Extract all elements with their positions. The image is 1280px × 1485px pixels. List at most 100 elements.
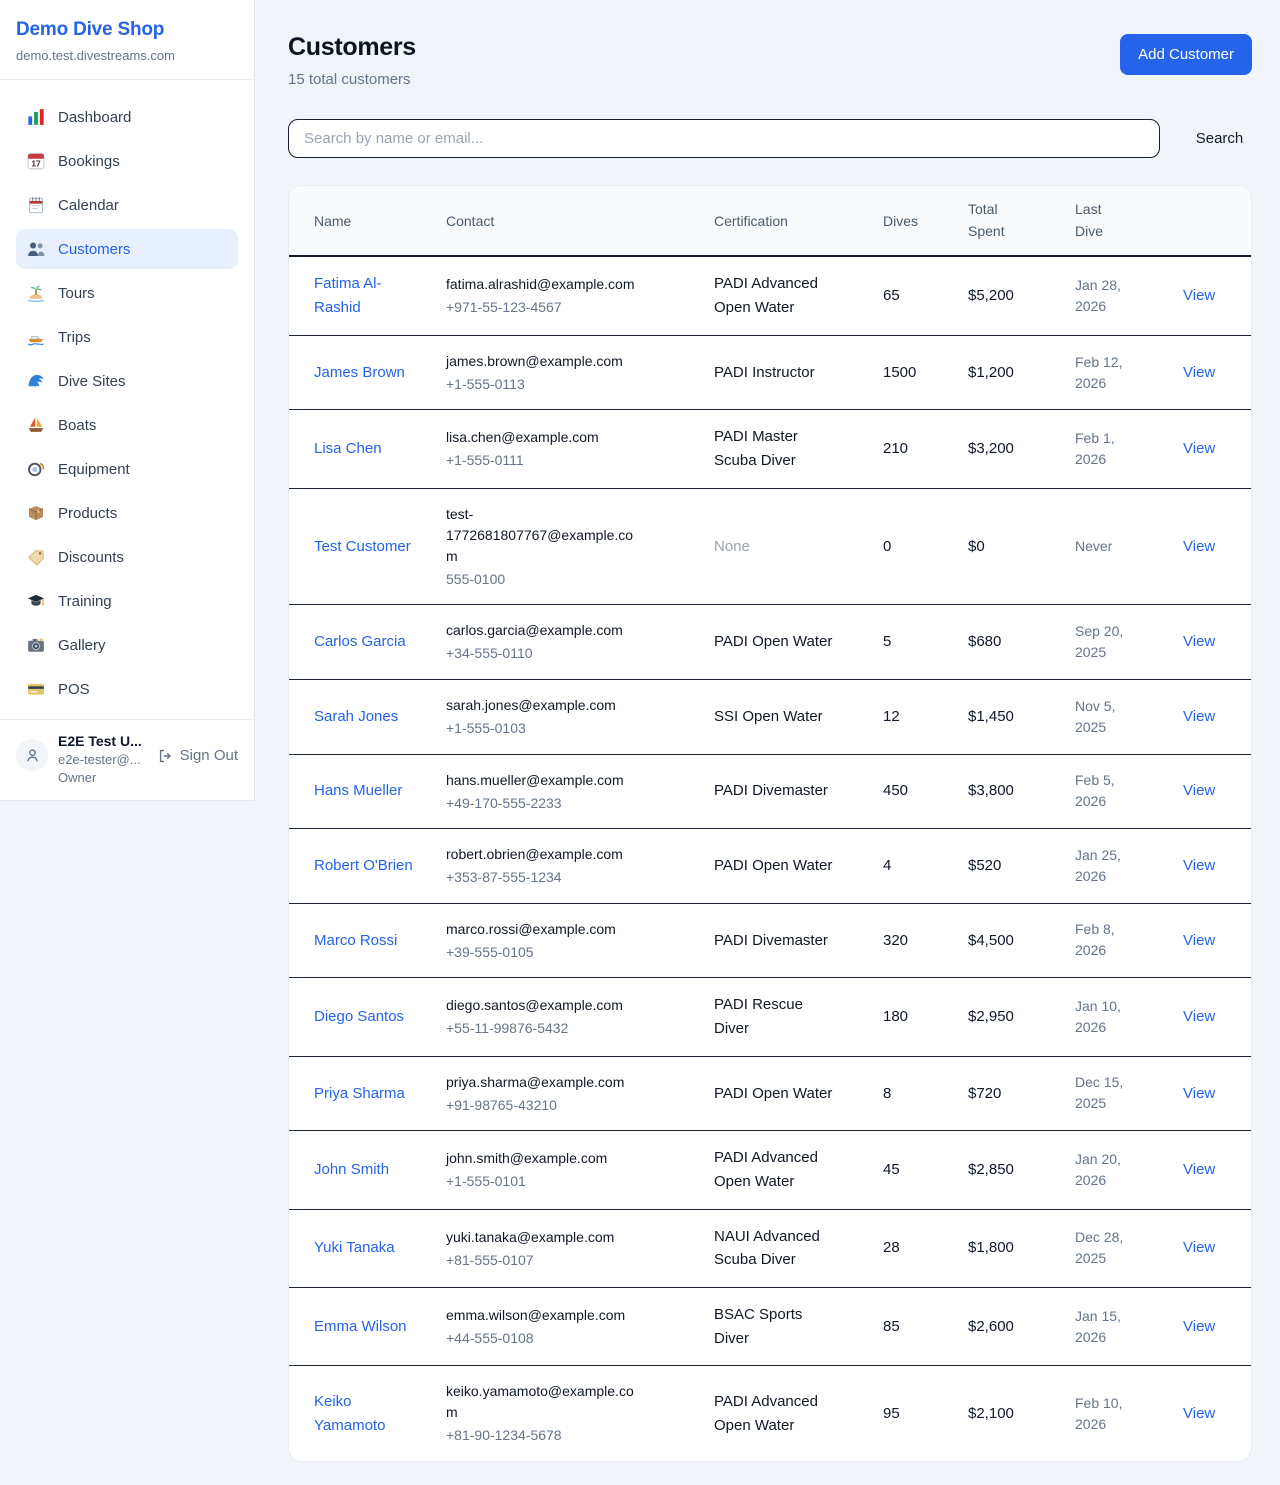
sidebar-item-calendar[interactable]: Calendar xyxy=(16,185,238,225)
customer-name-link[interactable]: Sarah Jones xyxy=(314,705,398,729)
customer-name-link[interactable]: Test Customer xyxy=(314,535,411,559)
customer-certification: PADI Advanced Open Water xyxy=(714,1146,833,1193)
customer-name-link[interactable]: Carlos Garcia xyxy=(314,630,406,654)
customer-total-spent: $720 xyxy=(956,1056,1063,1131)
customer-last-dive: Sep 20, 2025 xyxy=(1075,621,1131,663)
shop-domain: demo.test.divestreams.com xyxy=(16,48,238,63)
table-row: Diego Santos diego.santos@example.com +5… xyxy=(289,978,1252,1056)
customer-name-link[interactable]: Yuki Tanaka xyxy=(314,1236,395,1260)
sidebar-item-tours[interactable]: Tours xyxy=(16,273,238,313)
customer-email: sarah.jones@example.com xyxy=(446,695,642,716)
customer-certification: PADI Instructor xyxy=(714,361,833,385)
sidebar-item-equipment[interactable]: Equipment xyxy=(16,449,238,489)
customer-name-link[interactable]: Marco Rossi xyxy=(314,929,397,953)
user-email: e2e-tester@... xyxy=(58,752,146,767)
customer-name-link[interactable]: John Smith xyxy=(314,1158,389,1182)
sidebar-item-label: Customers xyxy=(58,241,131,258)
customer-phone: +81-555-0107 xyxy=(446,1251,690,1271)
diving-mask-icon xyxy=(27,460,45,478)
island-icon xyxy=(27,284,45,302)
view-link[interactable]: View xyxy=(1183,633,1215,650)
customer-certification: None xyxy=(714,535,833,559)
customer-email: carlos.garcia@example.com xyxy=(446,620,642,641)
sidebar-item-dive-sites[interactable]: Dive Sites xyxy=(16,361,238,401)
credit-card-icon xyxy=(27,680,45,698)
customer-certification: PADI Open Water xyxy=(714,1082,833,1106)
customer-name-link[interactable]: Priya Sharma xyxy=(314,1082,405,1106)
sidebar-item-training[interactable]: Training xyxy=(16,581,238,621)
graduation-cap-icon xyxy=(27,592,45,610)
customer-last-dive: Jan 28, 2026 xyxy=(1075,275,1131,317)
view-link[interactable]: View xyxy=(1183,1085,1215,1102)
customer-dives: 1500 xyxy=(871,335,956,410)
table-row: Lisa Chen lisa.chen@example.com +1-555-0… xyxy=(289,410,1252,488)
customer-name-link[interactable]: James Brown xyxy=(314,361,405,385)
sidebar-item-discounts[interactable]: Discounts xyxy=(16,537,238,577)
view-link[interactable]: View xyxy=(1183,287,1215,304)
sidebar-item-trips[interactable]: Trips xyxy=(16,317,238,357)
customer-name-link[interactable]: Emma Wilson xyxy=(314,1315,407,1339)
customer-dives: 85 xyxy=(871,1288,956,1366)
sidebar-item-dashboard[interactable]: Dashboard xyxy=(16,97,238,137)
customer-name-link[interactable]: Hans Mueller xyxy=(314,779,402,803)
column-header-last-dive: Last Dive xyxy=(1063,186,1171,256)
people-icon xyxy=(27,240,45,258)
search-input[interactable] xyxy=(288,119,1160,158)
sidebar-item-label: Tours xyxy=(58,285,95,302)
view-link[interactable]: View xyxy=(1183,1008,1215,1025)
sidebar-header: Demo Dive Shop demo.test.divestreams.com xyxy=(0,0,254,80)
view-link[interactable]: View xyxy=(1183,857,1215,874)
add-customer-button[interactable]: Add Customer xyxy=(1120,34,1252,75)
customer-total-spent: $5,200 xyxy=(956,256,1063,335)
view-link[interactable]: View xyxy=(1183,364,1215,381)
customer-phone: +39-555-0105 xyxy=(446,943,690,963)
view-link[interactable]: View xyxy=(1183,1239,1215,1256)
customer-name-link[interactable]: Robert O'Brien xyxy=(314,854,413,878)
sidebar-item-gallery[interactable]: Gallery xyxy=(16,625,238,665)
customer-certification: SSI Open Water xyxy=(714,705,833,729)
sidebar-item-pos[interactable]: POS xyxy=(16,669,238,709)
sidebar-item-products[interactable]: Products xyxy=(16,493,238,533)
view-link[interactable]: View xyxy=(1183,932,1215,949)
customer-name-link[interactable]: Diego Santos xyxy=(314,1005,404,1029)
customer-name-link[interactable]: Keiko Yamamoto xyxy=(314,1390,414,1437)
shop-name[interactable]: Demo Dive Shop xyxy=(16,19,238,41)
customer-last-dive: Feb 10, 2026 xyxy=(1075,1393,1131,1435)
customer-last-dive: Never xyxy=(1075,536,1131,557)
customer-dives: 45 xyxy=(871,1131,956,1209)
customer-dives: 5 xyxy=(871,605,956,680)
customer-email: priya.sharma@example.com xyxy=(446,1072,642,1093)
view-link[interactable]: View xyxy=(1183,708,1215,725)
view-link[interactable]: View xyxy=(1183,538,1215,555)
view-link[interactable]: View xyxy=(1183,1405,1215,1422)
customer-name-link[interactable]: Lisa Chen xyxy=(314,437,382,461)
main-content: Customers 15 total customers Add Custome… xyxy=(255,0,1280,1462)
customers-table: Name Contact Certification Dives Total S… xyxy=(289,186,1252,1461)
view-link[interactable]: View xyxy=(1183,440,1215,457)
customer-phone: 555-0100 xyxy=(446,570,690,590)
sidebar-item-boats[interactable]: Boats xyxy=(16,405,238,445)
customer-dives: 320 xyxy=(871,903,956,978)
calendar-date-icon: 17 xyxy=(27,152,45,170)
customer-name-link[interactable]: Fatima Al-Rashid xyxy=(314,272,414,319)
sidebar-item-customers[interactable]: Customers xyxy=(16,229,238,269)
sidebar-item-bookings[interactable]: 17Bookings xyxy=(16,141,238,181)
view-link[interactable]: View xyxy=(1183,782,1215,799)
customer-dives: 28 xyxy=(871,1209,956,1287)
customer-phone: +81-90-1234-5678 xyxy=(446,1426,690,1446)
customer-phone: +1-555-0111 xyxy=(446,451,690,471)
column-header-total-spent: Total Spent xyxy=(956,186,1063,256)
customer-last-dive: Dec 28, 2025 xyxy=(1075,1227,1131,1269)
page-header: Customers 15 total customers Add Custome… xyxy=(288,33,1252,88)
customer-phone: +91-98765-43210 xyxy=(446,1096,690,1116)
search-button[interactable]: Search xyxy=(1187,130,1252,147)
sidebar-item-label: Training xyxy=(58,593,112,610)
customer-dives: 95 xyxy=(871,1366,956,1461)
column-header-dives: Dives xyxy=(871,186,956,256)
sign-out-button[interactable]: Sign Out xyxy=(157,747,238,785)
view-link[interactable]: View xyxy=(1183,1161,1215,1178)
view-link[interactable]: View xyxy=(1183,1318,1215,1335)
customer-certification: PADI Divemaster xyxy=(714,779,833,803)
column-header-contact: Contact xyxy=(434,186,702,256)
sidebar-item-label: Products xyxy=(58,505,117,522)
